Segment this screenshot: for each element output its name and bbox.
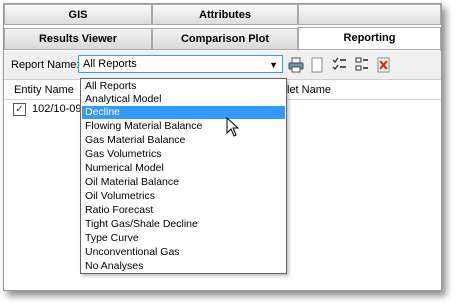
tab-reporting[interactable]: Reporting	[298, 27, 441, 51]
dropdown-option-flowing-material-balance[interactable]: Flowing Material Balance	[82, 120, 285, 133]
dropdown-option-tight-gas-shale-decline[interactable]: Tight Gas/Shale Decline	[82, 218, 285, 231]
dropdown-option-type-curve[interactable]: Type Curve	[82, 232, 285, 245]
blank-page-icon[interactable]	[309, 57, 325, 73]
reporting-window: GIS Attributes Results Viewer Comparison…	[3, 3, 442, 291]
tab-results-viewer[interactable]: Results Viewer	[4, 28, 152, 50]
tab-attributes[interactable]: Attributes	[152, 4, 298, 25]
report-select-value: All Reports	[83, 58, 137, 70]
row-checkbox[interactable]: ✓	[13, 103, 26, 116]
chevron-down-icon[interactable]: ▼	[269, 60, 278, 70]
report-toolbar: Report Name: All Reports ▼	[4, 51, 441, 80]
row-entity-name: 102/10-09	[32, 103, 82, 115]
dropdown-option-ratio-forecast[interactable]: Ratio Forecast	[82, 204, 285, 217]
dropdown-option-numerical-model[interactable]: Numerical Model	[82, 162, 285, 175]
dropdown-option-oil-volumetrics[interactable]: Oil Volumetrics	[82, 190, 285, 203]
second-tab-row: Results Viewer Comparison Plot Reporting	[4, 27, 441, 51]
report-name-dropdown-list: All Reports Analytical Model Decline Flo…	[80, 78, 287, 274]
report-name-select[interactable]: All Reports ▼	[78, 55, 283, 73]
printer-icon[interactable]	[288, 57, 304, 73]
column-right-name[interactable]: let Name	[287, 84, 331, 96]
dropdown-option-analytical-model[interactable]: Analytical Model	[82, 93, 285, 106]
check-list-icon[interactable]	[332, 57, 348, 73]
top-tab-row: GIS Attributes	[4, 4, 441, 26]
dropdown-option-decline[interactable]: Decline	[82, 106, 285, 119]
tab-comparison-plot[interactable]: Comparison Plot	[152, 28, 298, 50]
mouse-pointer-icon	[226, 117, 240, 137]
dropdown-option-gas-material-balance[interactable]: Gas Material Balance	[82, 134, 285, 147]
tab-blank[interactable]	[298, 4, 441, 25]
dropdown-option-no-analyses[interactable]: No Analyses	[82, 260, 285, 273]
tab-gis[interactable]: GIS	[4, 4, 152, 25]
select-list-icon[interactable]	[354, 57, 370, 73]
delete-report-icon[interactable]	[376, 57, 392, 73]
dropdown-option-oil-material-balance[interactable]: Oil Material Balance	[82, 176, 285, 189]
dropdown-option-gas-volumetrics[interactable]: Gas Volumetrics	[82, 148, 285, 161]
dropdown-option-all-reports[interactable]: All Reports	[82, 80, 285, 93]
dropdown-option-unconventional-gas[interactable]: Unconventional Gas	[82, 246, 285, 259]
column-entity-name[interactable]: Entity Name	[14, 84, 74, 96]
tab-divider	[4, 49, 441, 50]
report-name-label: Report Name:	[11, 59, 80, 71]
